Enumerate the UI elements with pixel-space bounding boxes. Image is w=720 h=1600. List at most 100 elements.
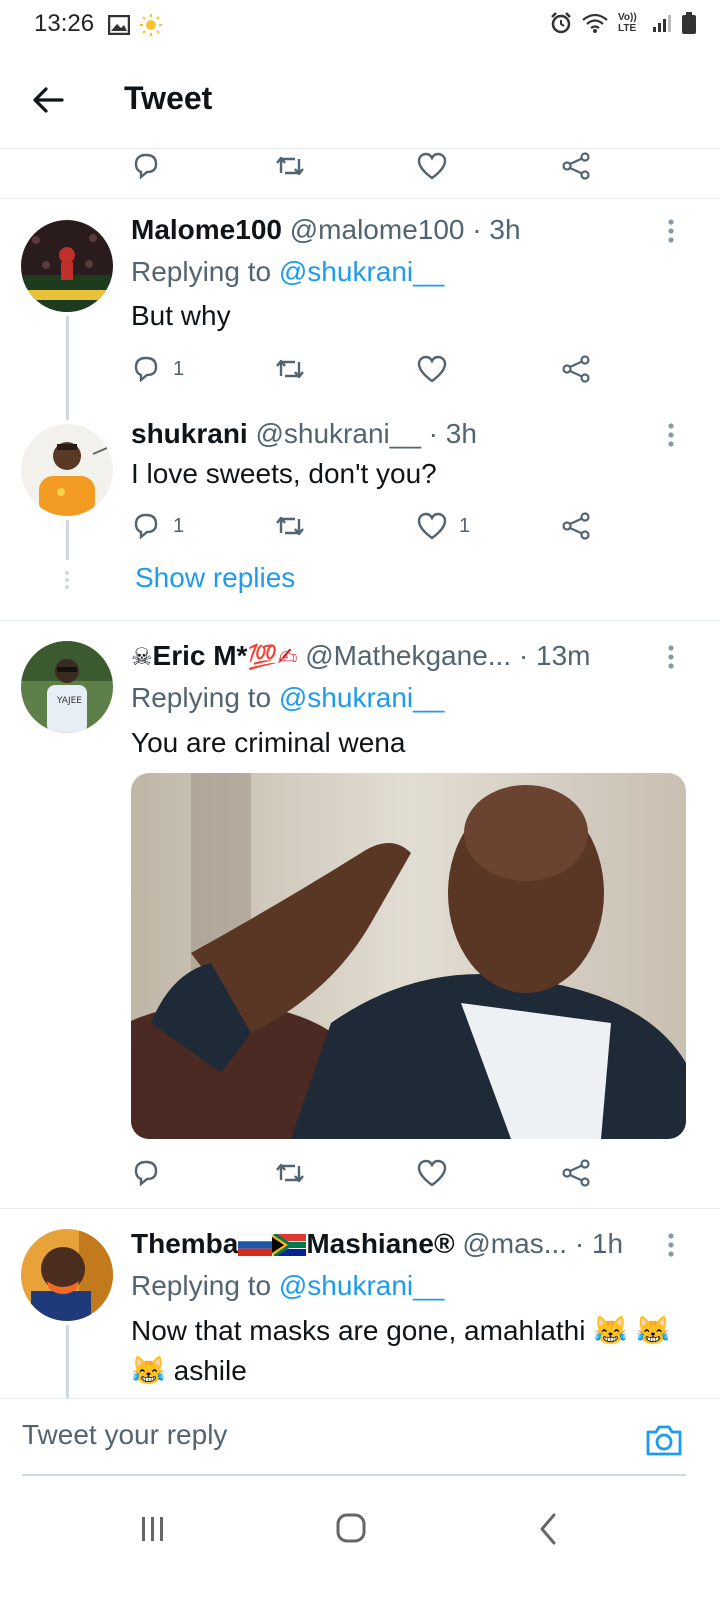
retweet-button[interactable] — [273, 146, 307, 186]
user-handle[interactable]: @Mathekgane... — [305, 640, 511, 671]
tweet-text: But why — [131, 300, 231, 331]
status-icons-right: Vo)) LTE — [550, 12, 696, 34]
mention-link[interactable]: @shukrani__ — [279, 1270, 444, 1301]
retweet-button[interactable] — [273, 1153, 307, 1193]
share-button[interactable] — [561, 506, 591, 546]
tweet-text: I love sweets, don't you? — [131, 458, 437, 489]
replying-to: Replying to @shukrani__ — [131, 256, 444, 288]
signal-icon — [653, 15, 671, 32]
name-emoji: 💯✍ — [247, 643, 298, 671]
reply-button[interactable] — [131, 146, 161, 186]
avatar[interactable] — [21, 220, 113, 312]
tweet-image[interactable] — [131, 773, 686, 1139]
thread-line — [66, 520, 69, 560]
camera-icon[interactable] — [644, 1420, 684, 1460]
more-options-icon[interactable] — [666, 1232, 676, 1258]
alarm-icon — [551, 12, 571, 34]
thread-line — [66, 1325, 69, 1398]
back-arrow-icon[interactable] — [30, 82, 66, 118]
replying-to: Replying to @shukrani__ — [131, 1270, 444, 1302]
reply-count: 1 — [173, 514, 185, 537]
avatar[interactable] — [21, 1229, 113, 1321]
share-button[interactable] — [561, 1153, 591, 1193]
tweet-actions — [131, 1153, 611, 1193]
tweet-header: Themba Mashiane® @mas... · 1h — [131, 1228, 623, 1260]
recent-apps-icon[interactable] — [140, 1514, 166, 1544]
more-options-icon[interactable] — [666, 644, 676, 670]
user-name-part2[interactable]: Mashiane® — [306, 1228, 454, 1259]
like-button[interactable] — [417, 349, 447, 389]
retweet-icon — [276, 156, 304, 176]
network-label: Vo)) LTE — [618, 12, 637, 34]
replying-label: Replying to — [131, 682, 279, 713]
reply-count: 1 — [173, 357, 185, 380]
south-africa-flag-icon — [271, 1232, 308, 1258]
mention-link[interactable]: @shukrani__ — [279, 682, 444, 713]
heart-icon — [417, 355, 447, 383]
share-icon — [562, 512, 590, 540]
retweet-button[interactable] — [273, 506, 307, 546]
user-name[interactable]: shukrani — [131, 418, 248, 449]
tweet-time: · 1h — [574, 1228, 624, 1259]
replying-label: Replying to — [131, 256, 279, 287]
tweet-text: You are criminal wena — [131, 727, 406, 758]
reply-bar — [0, 1398, 720, 1477]
thread-line — [66, 316, 69, 420]
avatar[interactable]: YAJEE — [21, 641, 113, 733]
back-nav-icon[interactable] — [538, 1512, 558, 1546]
system-nav-bar — [0, 1486, 720, 1600]
share-button[interactable] — [561, 146, 591, 186]
user-name[interactable]: Malome100 — [131, 214, 282, 245]
sun-icon — [140, 14, 162, 36]
share-button[interactable] — [561, 349, 591, 389]
home-icon[interactable] — [336, 1512, 366, 1544]
status-bar: 13:26 Vo)) LTE — [0, 0, 720, 52]
tweet-time: · 3h — [428, 418, 477, 449]
mention-link[interactable]: @shukrani__ — [279, 256, 444, 287]
more-options-icon[interactable] — [666, 218, 676, 244]
share-icon — [562, 1159, 590, 1187]
heart-icon — [417, 1159, 447, 1187]
reply-underline — [22, 1474, 686, 1476]
status-time: 13:26 — [34, 10, 95, 37]
user-handle[interactable]: @malome100 — [290, 214, 465, 245]
like-button[interactable] — [417, 146, 447, 186]
user-name[interactable]: Eric M* — [153, 640, 248, 671]
retweet-icon — [276, 359, 304, 379]
divider — [0, 198, 720, 199]
svg-text:YAJEE: YAJEE — [56, 696, 82, 706]
retweet-button[interactable] — [273, 349, 307, 389]
replying-label: Replying to — [131, 1270, 279, 1301]
like-button[interactable]: 1 — [417, 506, 470, 546]
tweet-actions — [131, 146, 611, 186]
gallery-icon — [108, 15, 130, 35]
like-button[interactable] — [417, 1153, 447, 1193]
show-replies-link[interactable]: Show replies — [135, 562, 295, 594]
user-handle[interactable]: @mas... — [462, 1228, 567, 1259]
reply-input[interactable] — [22, 1419, 582, 1451]
user-handle[interactable]: @shukrani__ — [255, 418, 420, 449]
avatar[interactable] — [21, 424, 113, 516]
reply-icon — [134, 153, 158, 180]
tweet-time: · 3h — [472, 214, 521, 245]
reply-button[interactable] — [131, 1153, 161, 1193]
retweet-icon — [276, 1163, 304, 1183]
heart-icon — [417, 152, 447, 180]
tweet-header: shukrani @shukrani__ · 3h — [131, 418, 477, 450]
tweet-text: Now that masks are gone, amahlathi 😹 😹😹 … — [131, 1315, 671, 1386]
heart-icon — [417, 512, 447, 540]
replying-to: Replying to @shukrani__ — [131, 682, 444, 714]
reply-button[interactable]: 1 — [131, 349, 184, 389]
reply-icon — [134, 1160, 158, 1187]
skull-emoji: ☠ — [131, 643, 153, 671]
divider — [0, 620, 720, 621]
like-count: 1 — [459, 514, 471, 537]
reply-icon — [134, 513, 158, 540]
reply-button[interactable]: 1 — [131, 506, 184, 546]
share-icon — [562, 355, 590, 383]
more-options-icon[interactable] — [666, 422, 676, 448]
user-name-part1[interactable]: Themba — [131, 1228, 238, 1259]
tweet-actions: 1 — [131, 349, 611, 389]
tweet-actions: 1 1 — [131, 506, 611, 546]
russia-flag-icon — [238, 1233, 273, 1256]
